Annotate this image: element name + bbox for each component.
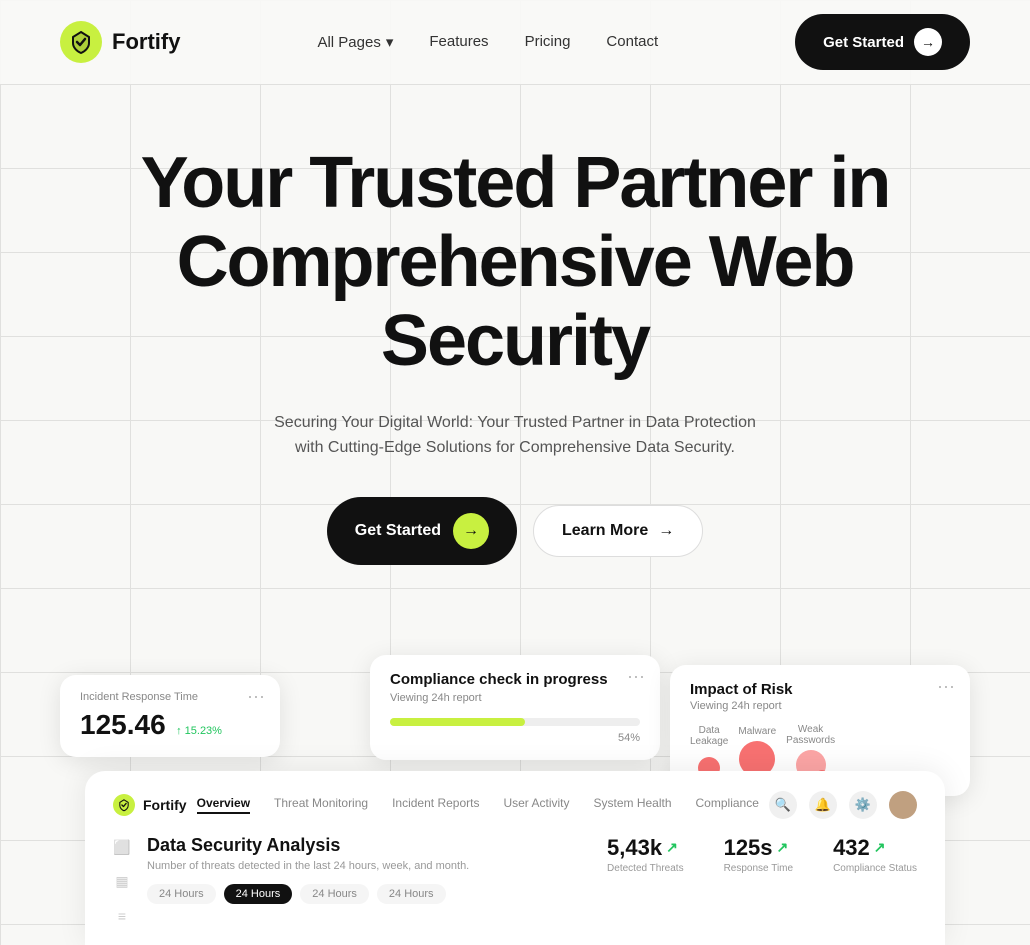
dash-nav-compliance[interactable]: Compliance <box>696 796 759 814</box>
stat-threats-arrow-icon: ↗ <box>666 839 678 856</box>
bell-icon[interactable]: 🔔 <box>809 791 837 819</box>
dashboard-sidebar-icons: ⬜ ▦ ≡ <box>113 835 131 925</box>
hero-title: Your Trusted Partner in Comprehensive We… <box>115 144 915 382</box>
nav-all-pages[interactable]: All Pages ▾ <box>317 33 393 51</box>
brand-logo[interactable]: Fortify <box>60 21 180 63</box>
stat-response-time: 125s ↗ Response Time <box>724 835 793 874</box>
compliance-progress-bg <box>390 718 640 726</box>
incident-card: ⋯ Incident Response Time 125.46 ↑ 15.23% <box>60 675 280 757</box>
hero-subtitle: Securing Your Digital World: Your Truste… <box>265 410 765 461</box>
compliance-card-dots: ⋯ <box>627 667 646 688</box>
hero-buttons: Get Started → Learn More → <box>60 497 970 565</box>
compliance-card-subtitle: Viewing 24h report <box>390 692 640 704</box>
dash-nav-overview[interactable]: Overview <box>197 796 250 814</box>
incident-card-dots: ⋯ <box>247 687 266 708</box>
risk-card-subtitle: Viewing 24h report <box>690 700 950 712</box>
home-sidebar-icon[interactable]: ⬜ <box>113 839 131 857</box>
stat-detected-threats: 5,43k ↗ Detected Threats <box>607 835 684 874</box>
risk-card-dots: ⋯ <box>937 677 956 698</box>
nav-cta-arrow-icon: → <box>914 28 942 56</box>
dashboard-analysis-title: Data Security Analysis <box>147 835 607 856</box>
hero-learn-more-button[interactable]: Learn More → <box>533 505 703 557</box>
nav-contact[interactable]: Contact <box>606 33 658 50</box>
settings-icon[interactable]: ⚙️ <box>849 791 877 819</box>
brand-name: Fortify <box>112 29 180 55</box>
dashboard-header: Fortify Overview Threat Monitoring Incid… <box>113 791 917 819</box>
dashboard-content: ⬜ ▦ ≡ Data Security Analysis Number of t… <box>113 835 917 925</box>
dashboard-analysis-desc: Number of threats detected in the last 2… <box>147 860 607 872</box>
stat-compliance-status: 432 ↗ Compliance Status <box>833 835 917 874</box>
dashboard-logo-icon <box>113 794 135 816</box>
nav-get-started-button[interactable]: Get Started → <box>795 14 970 70</box>
layers-sidebar-icon[interactable]: ≡ <box>113 907 131 925</box>
fortify-logo-icon <box>60 21 102 63</box>
compliance-card-title: Compliance check in progress <box>390 671 640 688</box>
tab-24h-3[interactable]: 24 Hours <box>300 884 369 904</box>
dashboard-icons: 🔍 🔔 ⚙️ <box>769 791 917 819</box>
user-avatar[interactable] <box>889 791 917 819</box>
chevron-down-icon: ▾ <box>386 33 394 51</box>
dashboard-preview: ⋯ Incident Response Time 125.46 ↑ 15.23%… <box>60 655 970 945</box>
incident-card-label: Incident Response Time <box>80 691 260 703</box>
hero-primary-arrow-icon: → <box>453 513 489 549</box>
dashboard-nav: Overview Threat Monitoring Incident Repo… <box>197 796 759 814</box>
tab-24h-2[interactable]: 24 Hours <box>224 884 293 904</box>
hero-secondary-arrow-icon: → <box>658 522 674 540</box>
incident-card-value: 125.46 <box>80 709 166 740</box>
tab-24h-4[interactable]: 24 Hours <box>377 884 446 904</box>
stat-response-arrow-icon: ↗ <box>777 839 789 856</box>
incident-card-change: ↑ 15.23% <box>176 725 222 737</box>
risk-card-title: Impact of Risk <box>690 681 950 698</box>
nav-features[interactable]: Features <box>429 33 488 50</box>
dashboard-left-panel: Data Security Analysis Number of threats… <box>147 835 607 904</box>
compliance-card: ⋯ Compliance check in progress Viewing 2… <box>370 655 660 760</box>
dashboard-stats: 5,43k ↗ Detected Threats 125s ↗ Response… <box>607 835 917 874</box>
search-icon[interactable]: 🔍 <box>769 791 797 819</box>
chart-sidebar-icon[interactable]: ▦ <box>113 873 131 891</box>
tab-24h-1[interactable]: 24 Hours <box>147 884 216 904</box>
navbar: Fortify All Pages ▾ Features Pricing Con… <box>0 0 1030 84</box>
dashboard-brand-name: Fortify <box>143 797 187 813</box>
dashboard-tabs: 24 Hours 24 Hours 24 Hours 24 Hours <box>147 884 607 904</box>
risk-bubble-malware: Malware <box>738 726 776 777</box>
compliance-progress-label: 54% <box>390 732 640 744</box>
dash-nav-user[interactable]: User Activity <box>503 796 569 814</box>
dash-nav-incidents[interactable]: Incident Reports <box>392 796 479 814</box>
dashboard-brand: Fortify <box>113 794 187 816</box>
nav-pricing[interactable]: Pricing <box>525 33 571 50</box>
main-dashboard-card: Fortify Overview Threat Monitoring Incid… <box>85 771 945 945</box>
nav-links: All Pages ▾ Features Pricing Contact <box>317 33 658 51</box>
dash-nav-threat[interactable]: Threat Monitoring <box>274 796 368 814</box>
stat-compliance-arrow-icon: ↗ <box>874 839 886 856</box>
compliance-progress-fill <box>390 718 525 726</box>
hero-get-started-button[interactable]: Get Started → <box>327 497 517 565</box>
hero-section: Your Trusted Partner in Comprehensive We… <box>0 84 1030 655</box>
dash-nav-health[interactable]: System Health <box>593 796 671 814</box>
